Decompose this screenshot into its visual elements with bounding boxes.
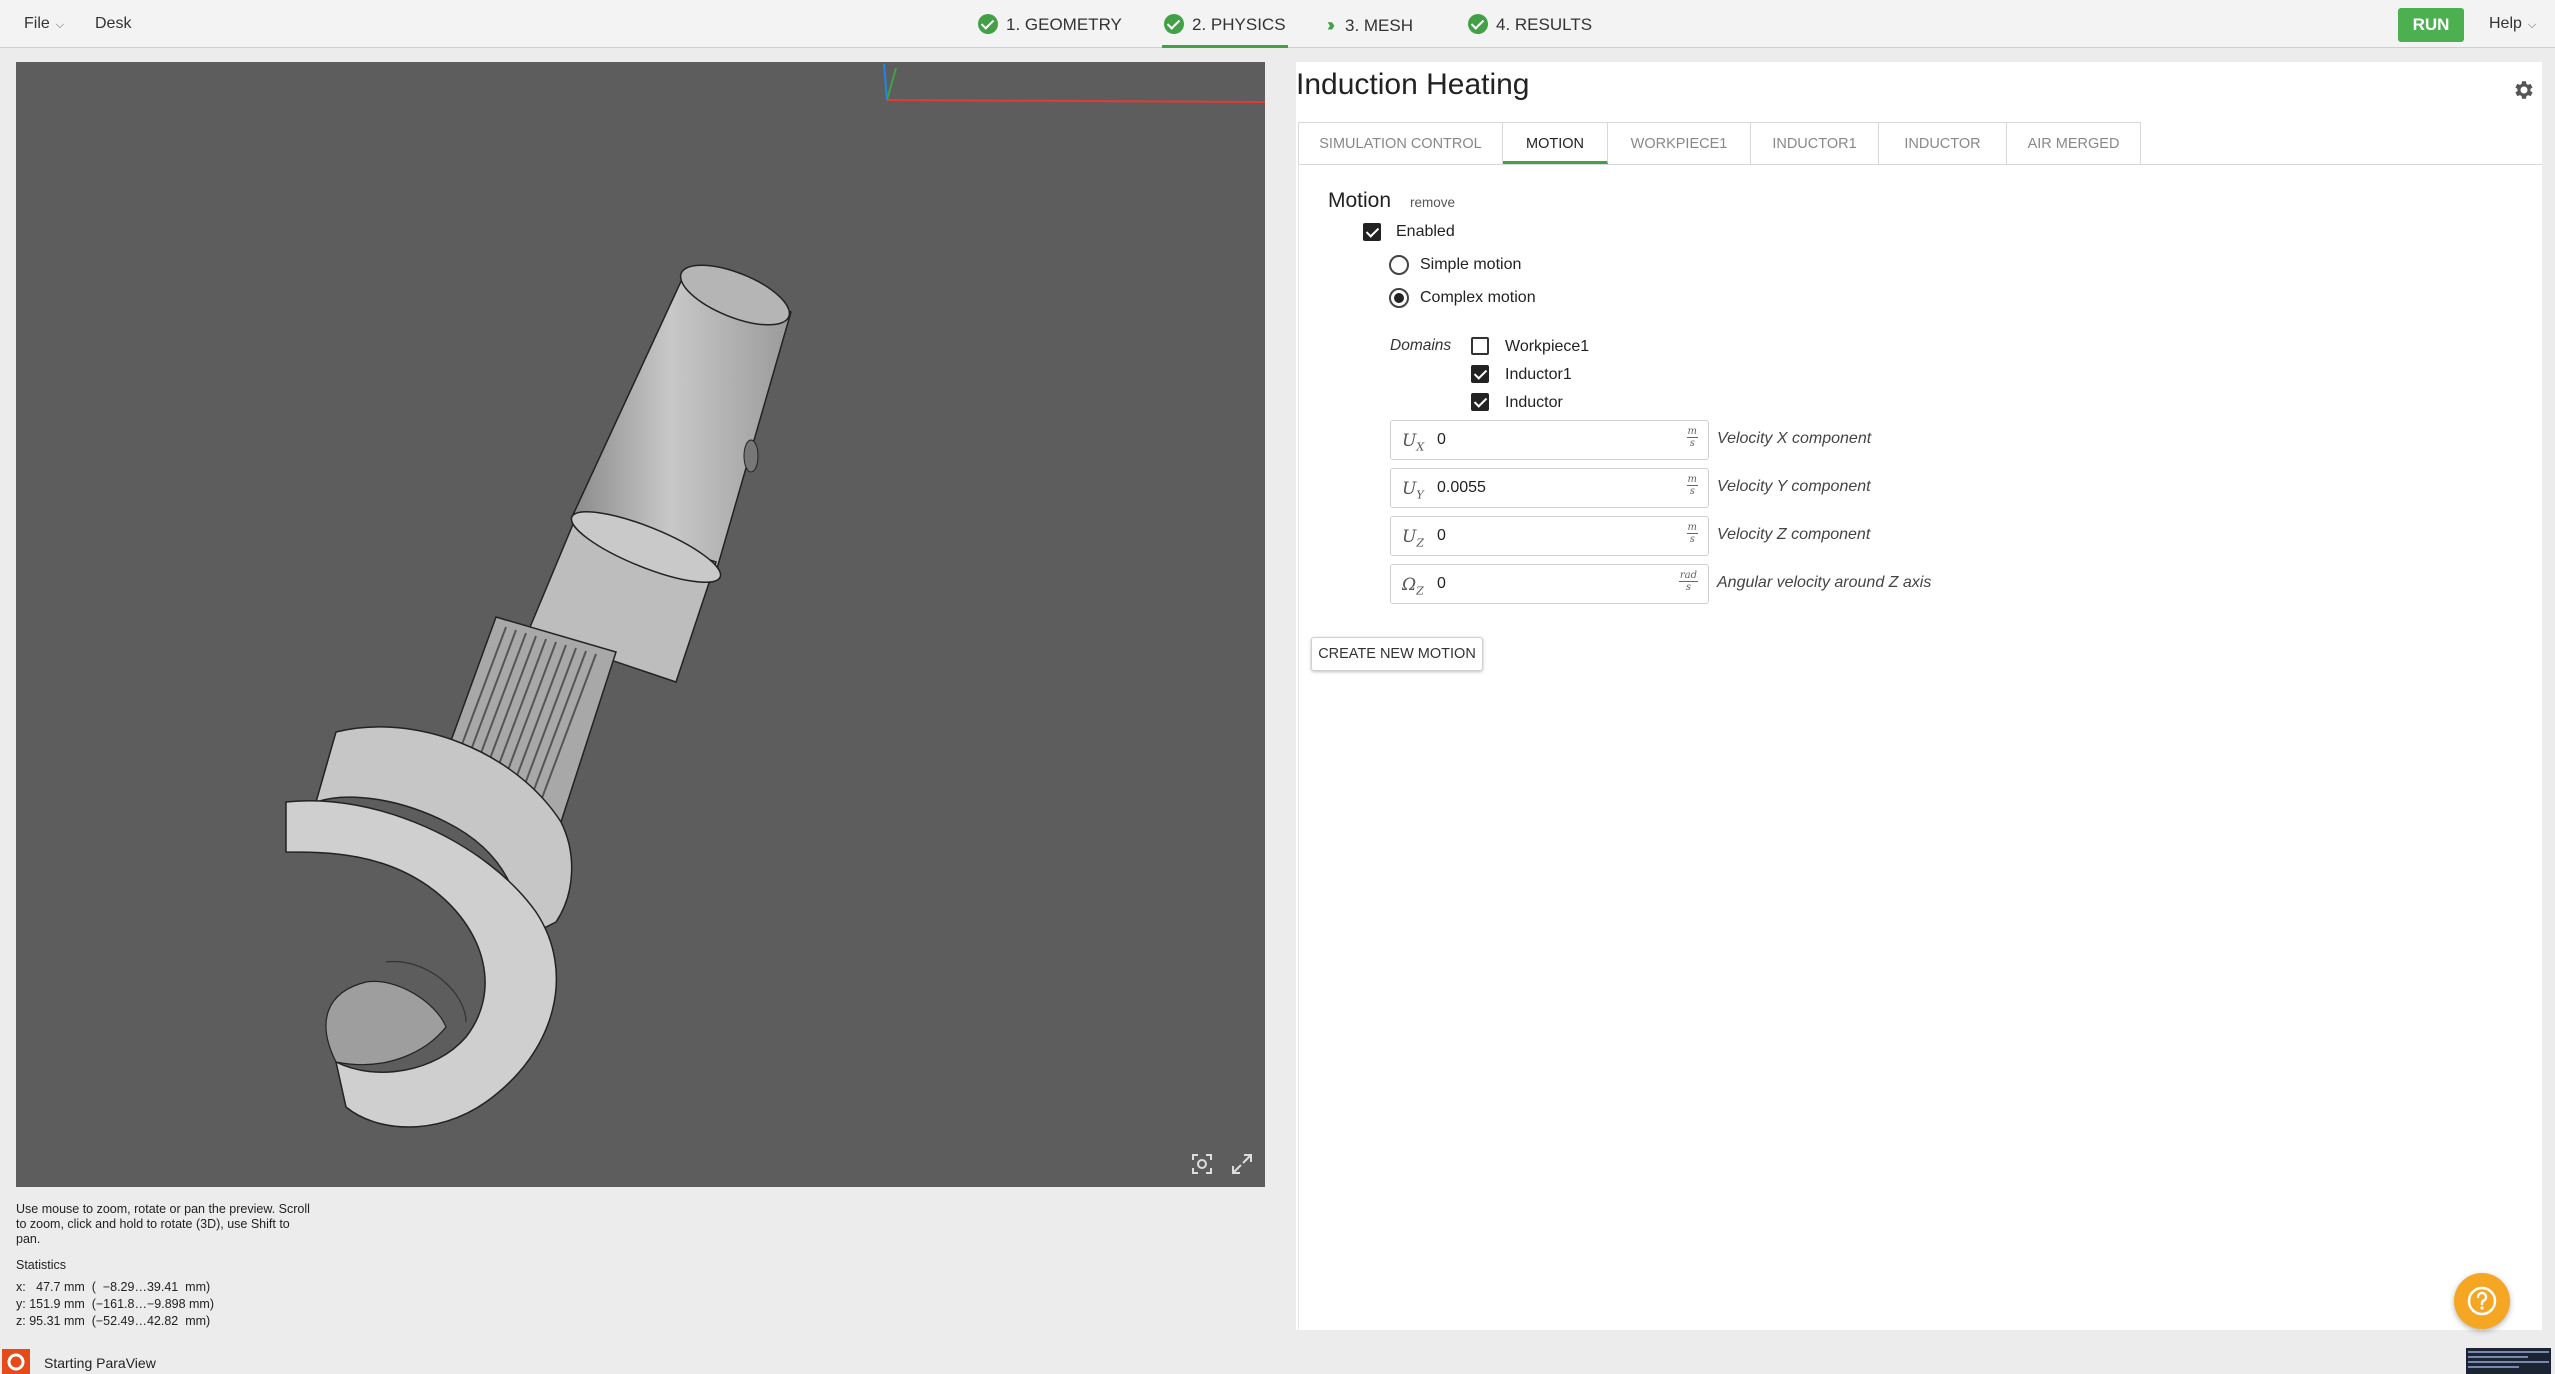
tab-motion[interactable]: MOTION — [1503, 123, 1608, 164]
gear-icon[interactable] — [2512, 78, 2536, 102]
tab-workpiece1[interactable]: WORKPIECE1 — [1608, 123, 1751, 164]
app-logo-icon — [2, 1349, 30, 1374]
velocity-x-description: Velocity X component — [1717, 430, 1872, 447]
domain-inductor-checkbox[interactable] — [1471, 393, 1489, 411]
help-menu[interactable]: Help ⌵ — [2489, 0, 2536, 48]
status-text: Starting ParaView — [44, 1355, 156, 1371]
check-circle-icon — [1468, 14, 1488, 34]
step-mesh-label: 3. MESH — [1345, 16, 1414, 35]
tab-air-merged[interactable]: AIR MERGED — [2007, 123, 2141, 164]
tab-simulation-control[interactable]: SIMULATION CONTROL — [1299, 123, 1503, 164]
velocity-y-description: Velocity Y component — [1717, 478, 1871, 495]
step-geometry-label: 1. GEOMETRY — [1006, 15, 1122, 34]
check-circle-icon — [978, 14, 998, 34]
help-fab-button[interactable] — [2454, 1273, 2510, 1329]
complex-motion-label: Complex motion — [1420, 289, 1536, 306]
question-icon — [2467, 1286, 2497, 1316]
velocity-y-input[interactable] — [1437, 475, 1657, 501]
unit-m-per-s: ms — [1686, 426, 1698, 449]
velocity-z-field: UZ ms — [1390, 516, 1709, 556]
velocity-y-symbol: UY — [1402, 479, 1424, 502]
domains-label: Domains — [1390, 337, 1452, 354]
angular-velocity-z-field: ΩZ rads — [1390, 564, 1709, 604]
help-menu-label: Help — [2489, 15, 2522, 32]
step-results-label: 4. RESULTS — [1496, 15, 1593, 34]
domain-inductor-label: Inductor — [1505, 394, 1563, 411]
stat-z: z: 95.31 mm (−52.49…42.82 mm) — [16, 1314, 211, 1328]
status-bar — [0, 1348, 2555, 1374]
motion-section-title: Motion — [1328, 189, 1392, 212]
step-results[interactable]: 4. RESULTS — [1468, 0, 1592, 48]
enabled-label: Enabled — [1396, 223, 1455, 240]
step-physics-label: 2. PHYSICS — [1192, 15, 1286, 34]
domain-workpiece1-checkbox[interactable] — [1471, 337, 1489, 355]
create-new-motion-button[interactable]: CREATE NEW MOTION — [1311, 637, 1483, 671]
complex-motion-radio[interactable] — [1389, 288, 1409, 308]
tab-inductor1[interactable]: INDUCTOR1 — [1751, 123, 1879, 164]
chevron-down-icon: ⌵ — [2527, 19, 2537, 31]
tab-inductor[interactable]: INDUCTOR — [1879, 123, 2007, 164]
stat-x: x: 47.7 mm ( −8.29…39.41 mm) — [16, 1280, 211, 1294]
domain-workpiece1-label: Workpiece1 — [1505, 338, 1590, 355]
tab-bar: SIMULATION CONTROL MOTION WORKPIECE1 IND… — [1298, 122, 2141, 164]
unit-m-per-s: ms — [1686, 522, 1698, 545]
step-geometry[interactable]: 1. GEOMETRY — [978, 0, 1122, 48]
double-chevron-right-icon: ›› — [1327, 15, 1335, 35]
domain-inductor1-label: Inductor1 — [1505, 366, 1572, 383]
3d-preview-viewport[interactable] — [16, 62, 1265, 1187]
expand-icon[interactable] — [1228, 1150, 1256, 1178]
velocity-x-field: UX ms — [1390, 420, 1709, 460]
shaft-model-render — [285, 63, 1265, 1128]
remove-link[interactable]: remove — [1410, 195, 1455, 210]
page-title: Induction Heating — [1296, 68, 1530, 101]
file-menu-label: File — [24, 15, 50, 32]
velocity-x-symbol: UX — [1402, 431, 1425, 454]
domain-inductor1-checkbox[interactable] — [1471, 365, 1489, 383]
stat-y: y: 151.9 mm (−161.8…−9.898 mm) — [16, 1297, 215, 1311]
angular-velocity-z-symbol: ΩZ — [1402, 575, 1424, 598]
velocity-z-input[interactable] — [1437, 523, 1657, 549]
velocity-z-symbol: UZ — [1402, 527, 1424, 550]
console-preview[interactable] — [2466, 1348, 2551, 1374]
velocity-x-input[interactable] — [1437, 427, 1657, 453]
statistics-title: Statistics — [16, 1258, 67, 1272]
velocity-y-field: UY ms — [1390, 468, 1709, 508]
step-mesh[interactable]: ›› 3. MESH — [1327, 0, 1413, 48]
focus-icon[interactable] — [1188, 1150, 1216, 1178]
angular-velocity-z-description: Angular velocity around Z axis — [1717, 574, 1932, 591]
simple-motion-radio[interactable] — [1389, 255, 1409, 275]
run-button[interactable]: RUN — [2398, 8, 2464, 42]
check-circle-icon — [1164, 14, 1184, 34]
simple-motion-label: Simple motion — [1420, 256, 1522, 273]
chevron-down-icon: ⌵ — [55, 19, 65, 31]
desk-menu-label: Desk — [95, 15, 132, 32]
viewer-help-text: Use mouse to zoom, rotate or pan the pre… — [16, 1202, 310, 1246]
unit-m-per-s: ms — [1686, 474, 1698, 497]
velocity-z-description: Velocity Z component — [1717, 526, 1871, 543]
angular-velocity-z-input[interactable] — [1437, 571, 1657, 597]
enabled-checkbox[interactable] — [1363, 223, 1381, 241]
file-menu[interactable]: File ⌵ — [24, 0, 64, 48]
unit-rad-per-s: rad s — [1678, 570, 1698, 593]
desk-menu[interactable]: Desk — [95, 0, 131, 48]
step-physics[interactable]: 2. PHYSICS — [1162, 0, 1288, 48]
top-bar: File ⌵ Desk 1. GEOMETRY 2. PHYSICS ›› 3. M… — [0, 0, 2555, 48]
